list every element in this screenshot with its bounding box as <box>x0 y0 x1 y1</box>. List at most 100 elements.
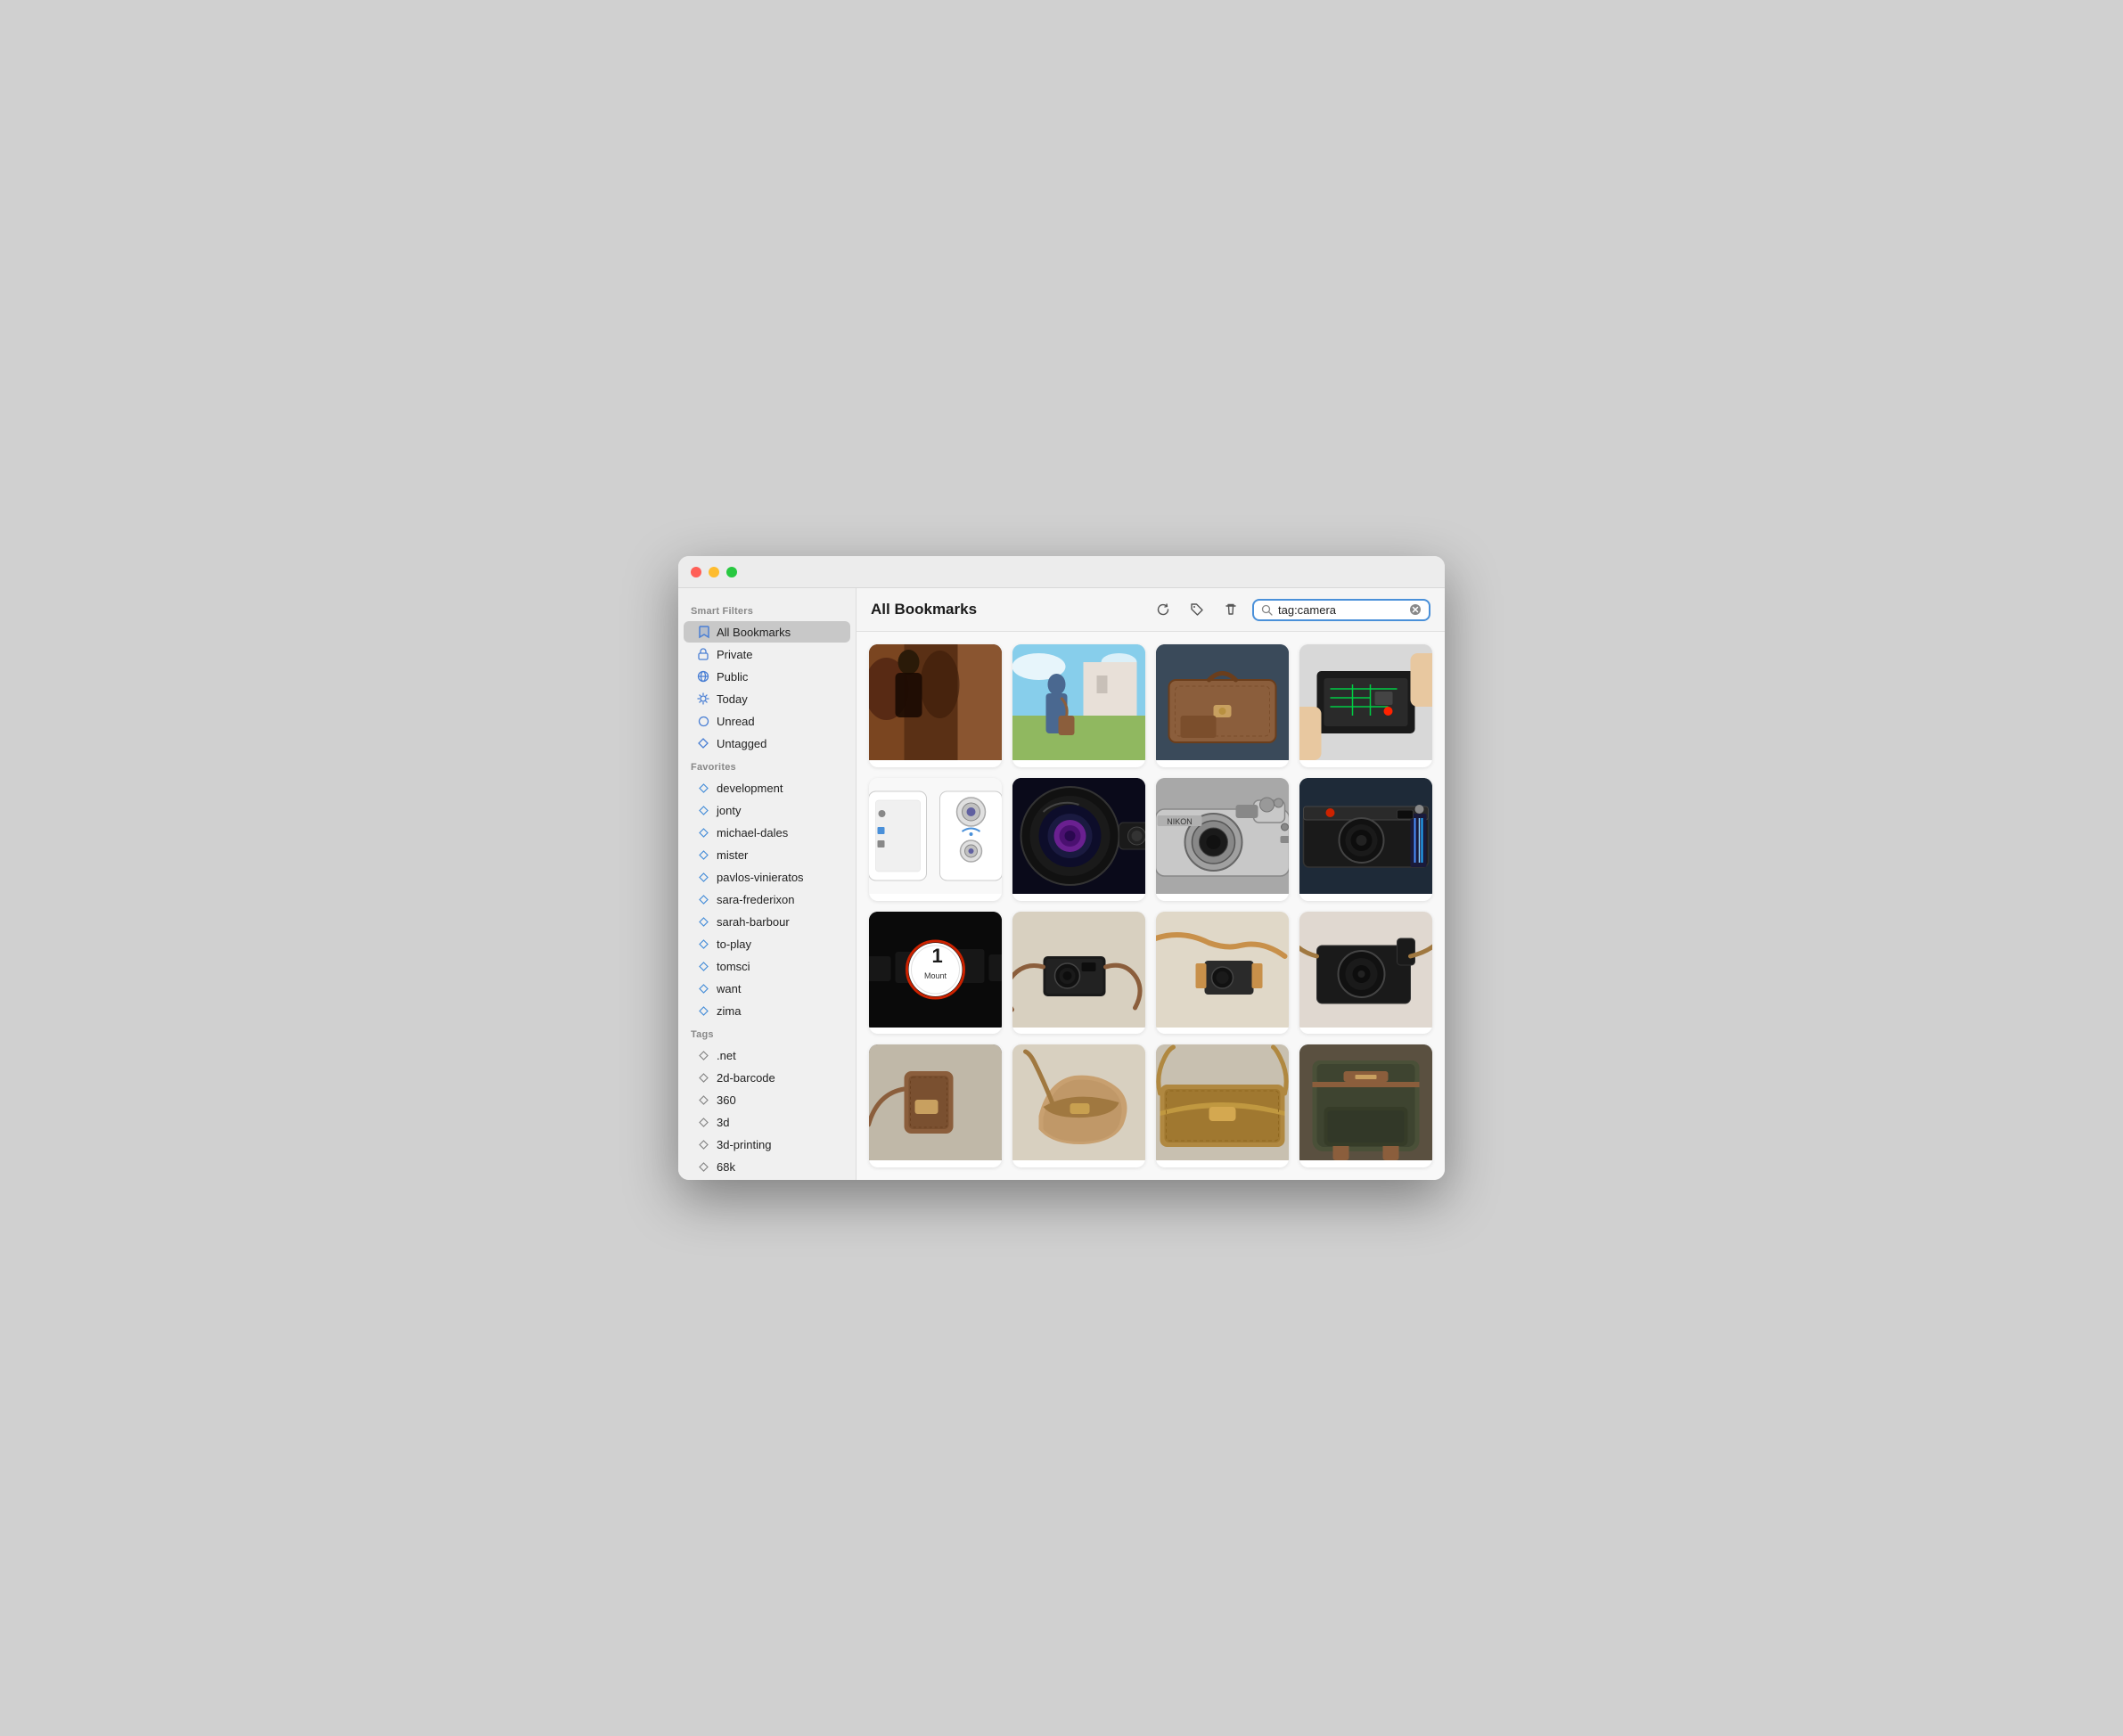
page-title: All Bookmarks <box>871 601 1142 618</box>
sidebar-item-mister[interactable]: mister <box>684 844 850 865</box>
search-input[interactable] <box>1278 603 1404 617</box>
bookmark-thumb-2 <box>1012 644 1145 760</box>
sidebar: Smart Filters All Bookmarks <box>678 588 857 1180</box>
bookmark-icon <box>696 625 710 639</box>
bookmark-thumb-16 <box>1299 1044 1432 1160</box>
sidebar-item-development-label: development <box>717 782 783 795</box>
bookmark-info-1: Satchel & Page leather... www.satchel-pa… <box>869 760 1002 767</box>
delete-button[interactable] <box>1218 597 1243 622</box>
sidebar-item-tag-dotnet-label: .net <box>717 1049 736 1062</box>
lock-icon <box>696 647 710 661</box>
sidebar-item-want[interactable]: want <box>684 978 850 999</box>
bookmark-card-11[interactable]: The ONA Oslo Leather... onabags.com <box>1156 912 1289 1035</box>
sidebar-item-pavlos-label: pavlos-vinieratos <box>717 871 804 884</box>
diamond-fav-icon <box>696 781 710 795</box>
diamond-fav-icon-7 <box>696 914 710 929</box>
sidebar-item-michael-dales-label: michael-dales <box>717 826 788 839</box>
sidebar-item-sarah-barbour[interactable]: sarah-barbour <box>684 911 850 932</box>
sidebar-item-tag-2d-barcode-label: 2d-barcode <box>717 1071 775 1085</box>
bookmark-info-3: Brown Leather Classic... www.satchel-pag… <box>1156 760 1289 767</box>
bookmark-card-8[interactable]: Paul Smith For Leica –... www.paulsmith.… <box>1299 778 1432 901</box>
main-content: All Bookmarks <box>857 588 1445 1180</box>
sidebar-item-tag-3d-printing[interactable]: 3d-printing <box>684 1134 850 1155</box>
sidebar-item-want-label: want <box>717 982 741 995</box>
bookmark-card-15[interactable] <box>1156 1044 1289 1167</box>
sidebar-item-development[interactable]: development <box>684 777 850 798</box>
bookmark-info-9: One Mount Platform fo... www.sony.com <box>869 1028 1002 1035</box>
bookmark-thumb-8 <box>1299 778 1432 894</box>
diamond-fav-icon-2 <box>696 803 710 817</box>
sidebar-item-tag-dotnet[interactable]: .net <box>684 1044 850 1066</box>
refresh-button[interactable] <box>1151 597 1176 622</box>
bookmark-card-16[interactable] <box>1299 1044 1432 1167</box>
diamond-tag-icon-6 <box>696 1159 710 1174</box>
sidebar-item-tag-360-label: 360 <box>717 1093 736 1107</box>
bookmark-card-4[interactable]: Befinitiv's Digital Film... www.hackster… <box>1299 644 1432 767</box>
diamond-tag-icon-4 <box>696 1115 710 1129</box>
sidebar-item-michael-dales[interactable]: michael-dales <box>684 822 850 843</box>
maximize-button[interactable] <box>726 567 737 577</box>
sidebar-item-zima-label: zima <box>717 1004 741 1018</box>
sidebar-item-tag-3d[interactable]: 3d <box>684 1111 850 1133</box>
bookmark-card-9[interactable]: 1 Mount One Mount Platform fo... www.son… <box>869 912 1002 1035</box>
sidebar-item-today[interactable]: Today <box>684 688 850 709</box>
bookmark-info-12: The Presidio – ONA onabags.com <box>1299 1028 1432 1035</box>
sidebar-item-jonty[interactable]: jonty <box>684 799 850 821</box>
sidebar-item-sara[interactable]: sara-frederixon <box>684 888 850 910</box>
sidebar-item-pavlos[interactable]: pavlos-vinieratos <box>684 866 850 888</box>
diamond-fav-icon-9 <box>696 959 710 973</box>
titlebar <box>678 556 1445 588</box>
sidebar-item-untagged[interactable]: Untagged <box>684 733 850 754</box>
sidebar-item-tag-68k[interactable]: 68k <box>684 1156 850 1177</box>
toolbar: All Bookmarks <box>857 588 1445 632</box>
sidebar-item-tag-3d-printing-label: 3d-printing <box>717 1138 771 1151</box>
bookmark-thumb-14 <box>1012 1044 1145 1160</box>
bookmark-card-13[interactable] <box>869 1044 1002 1167</box>
bookmark-card-2[interactable]: Camera Bag – Satchel... www.satchel-page… <box>1012 644 1145 767</box>
sidebar-item-untagged-label: Untagged <box>717 737 766 750</box>
sidebar-item-tag-2d-barcode[interactable]: 2d-barcode <box>684 1067 850 1088</box>
bookmark-info-15 <box>1156 1160 1289 1167</box>
bookmark-card-6[interactable]: Dell's versatile UltraSh... www.theverge… <box>1012 778 1145 901</box>
bookmark-info-8: Paul Smith For Leica –... www.paulsmith.… <box>1299 894 1432 901</box>
bookmark-thumb-5 <box>869 778 1002 894</box>
sidebar-item-private-label: Private <box>717 648 752 661</box>
bookmark-thumb-13 <box>869 1044 1002 1160</box>
bookmark-card-10[interactable]: The ONA Sevilla Leath... onabags.com <box>1012 912 1145 1035</box>
bookmark-info-7: Nikon Z fc | Interchang... www.nikonusa.… <box>1156 894 1289 901</box>
sidebar-item-zima[interactable]: zima <box>684 1000 850 1021</box>
tag-button[interactable] <box>1184 597 1209 622</box>
diamond-fav-icon-3 <box>696 825 710 839</box>
minimize-button[interactable] <box>709 567 719 577</box>
sidebar-item-unread[interactable]: Unread <box>684 710 850 732</box>
circle-icon <box>696 714 710 728</box>
bookmark-card-7[interactable]: NIKON Nikon Z fc | Interchang... <box>1156 778 1289 901</box>
bookmark-card-3[interactable]: Brown Leather Classic... www.satchel-pag… <box>1156 644 1289 767</box>
bookmark-info-10: The ONA Sevilla Leath... onabags.com <box>1012 1028 1145 1035</box>
diamond-tag-icon <box>696 1048 710 1062</box>
bookmark-info-14 <box>1012 1160 1145 1167</box>
sidebar-item-public[interactable]: Public <box>684 666 850 687</box>
bookmark-thumb-4 <box>1299 644 1432 760</box>
sidebar-item-today-label: Today <box>717 692 748 706</box>
search-clear-button[interactable] <box>1409 603 1422 616</box>
app-body: Smart Filters All Bookmarks <box>678 588 1445 1180</box>
sidebar-item-tag-360[interactable]: 360 <box>684 1089 850 1110</box>
svg-text:Mount: Mount <box>924 971 947 980</box>
sidebar-item-all-bookmarks[interactable]: All Bookmarks <box>684 621 850 643</box>
sidebar-item-tag-3d-label: 3d <box>717 1116 729 1129</box>
sidebar-item-tag-8bit[interactable]: 8-bit <box>684 1178 850 1180</box>
sidebar-item-all-bookmarks-label: All Bookmarks <box>717 626 791 639</box>
sidebar-item-to-play[interactable]: to-play <box>684 933 850 954</box>
search-box[interactable] <box>1252 599 1430 621</box>
bookmark-info-5: RICOH THETA V – User... support.theta360… <box>869 894 1002 901</box>
sidebar-item-tomsci[interactable]: tomsci <box>684 955 850 977</box>
bookmark-card-12[interactable]: The Presidio – ONA onabags.com <box>1299 912 1432 1035</box>
diamond-fav-icon-8 <box>696 937 710 951</box>
bookmark-card-14[interactable] <box>1012 1044 1145 1167</box>
bookmark-card-5[interactable]: RICOH THETA V – User... support.theta360… <box>869 778 1002 901</box>
close-button[interactable] <box>691 567 701 577</box>
search-icon <box>1261 604 1273 616</box>
sidebar-item-private[interactable]: Private <box>684 643 850 665</box>
bookmark-card-1[interactable]: Satchel & Page leather... www.satchel-pa… <box>869 644 1002 767</box>
